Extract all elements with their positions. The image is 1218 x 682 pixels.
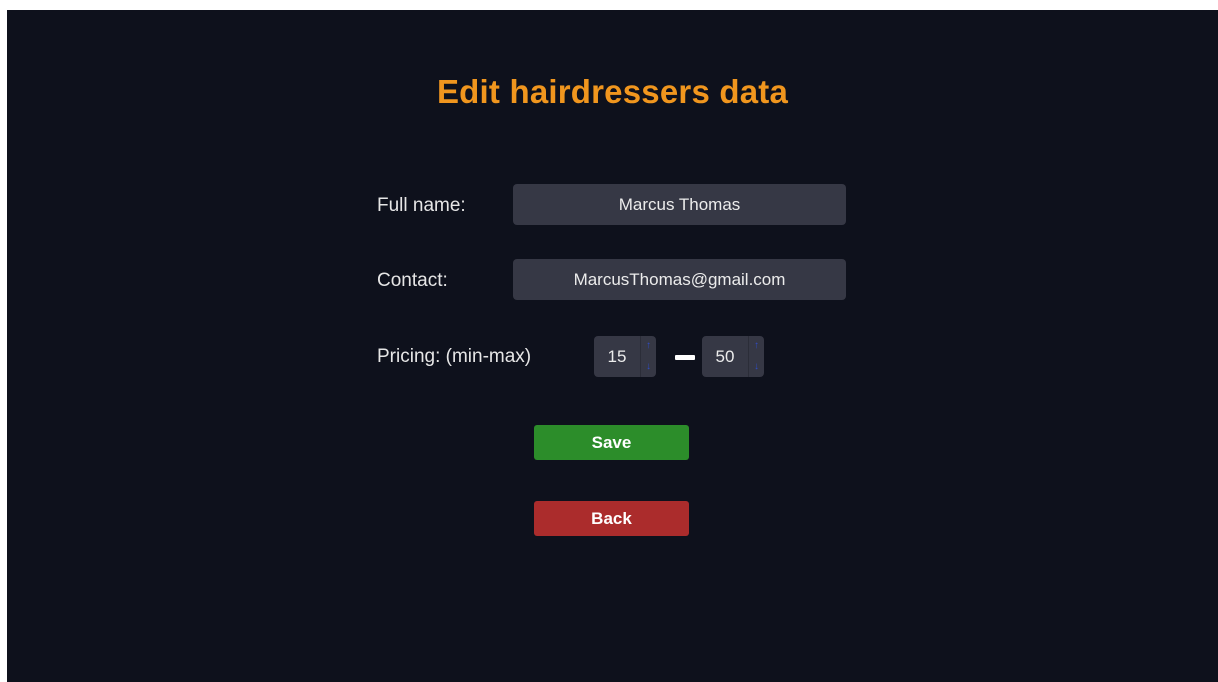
range-dash-separator: [675, 355, 695, 360]
full-name-label: Full name:: [377, 195, 466, 216]
contact-field[interactable]: MarcusThomas@gmail.com: [513, 259, 846, 300]
pricing-label: Pricing: (min-max): [377, 346, 532, 367]
contact-label: Contact:: [377, 270, 448, 291]
back-button[interactable]: Back: [534, 501, 689, 536]
pricing-min-value[interactable]: 15: [594, 336, 640, 377]
pricing-max-spin-buttons: ↑ ↓: [748, 336, 764, 377]
arrow-down-icon[interactable]: ↓: [749, 357, 764, 378]
pricing-max-value[interactable]: 50: [702, 336, 748, 377]
pricing-max-stepper[interactable]: 50 ↑ ↓: [702, 336, 764, 377]
page-title: Edit hairdressers data: [436, 73, 789, 110]
save-button[interactable]: Save: [534, 425, 689, 460]
arrow-up-icon[interactable]: ↑: [749, 336, 764, 357]
pricing-min-spin-buttons: ↑ ↓: [640, 336, 656, 377]
arrow-down-icon[interactable]: ↓: [641, 357, 656, 378]
full-name-field[interactable]: Marcus Thomas: [513, 184, 846, 225]
app-window: Edit hairdressers data Full name: Marcus…: [7, 10, 1218, 682]
arrow-up-icon[interactable]: ↑: [641, 336, 656, 357]
pricing-min-stepper[interactable]: 15 ↑ ↓: [594, 336, 656, 377]
